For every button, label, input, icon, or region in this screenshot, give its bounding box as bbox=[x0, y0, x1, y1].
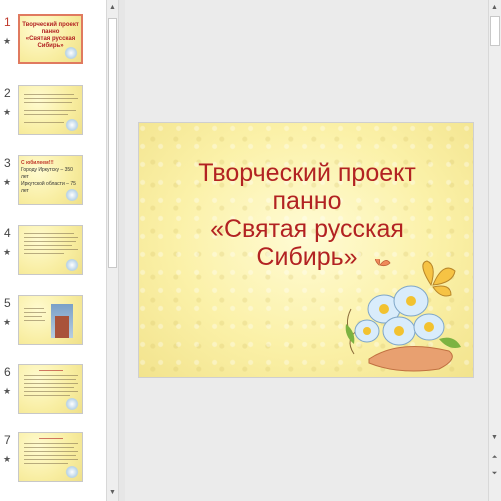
flower-icon bbox=[64, 47, 78, 59]
flower-icon bbox=[65, 398, 79, 410]
star-icon: ★ bbox=[3, 247, 12, 257]
star-icon: ★ bbox=[3, 36, 12, 46]
scrollbar-thumb[interactable] bbox=[108, 18, 117, 268]
slide-thumb-4[interactable]: 4 ★ bbox=[0, 225, 106, 281]
up-arrow-icon[interactable]: ▲ bbox=[107, 2, 118, 14]
star-icon: ★ bbox=[3, 386, 12, 396]
slide-number: 1 bbox=[4, 15, 11, 29]
scrollbar-thumb[interactable] bbox=[490, 16, 500, 46]
thumbnail-title: Творческий проект панно «Святая русская … bbox=[22, 22, 79, 49]
slide-title[interactable]: Творческий проект панно «Святая русская … bbox=[169, 159, 445, 271]
church-image bbox=[51, 304, 73, 338]
thumbnail-image[interactable] bbox=[18, 225, 83, 275]
slide-thumb-5[interactable]: 5 ★ bbox=[0, 295, 106, 351]
flower-icon bbox=[65, 119, 79, 131]
slide-thumb-7[interactable]: 7 ★ bbox=[0, 432, 106, 488]
slide-thumb-1[interactable]: 1 ★ Творческий проект панно «Святая русс… bbox=[0, 14, 106, 70]
slide-number: 7 bbox=[4, 433, 11, 447]
star-icon: ★ bbox=[3, 454, 12, 464]
flower-icon bbox=[65, 466, 79, 478]
flower-bouquet-image bbox=[345, 259, 461, 372]
star-icon: ★ bbox=[3, 177, 12, 187]
slide-thumb-6[interactable]: 6 ★ bbox=[0, 364, 106, 420]
slide-thumb-3[interactable]: 3 ★ С юбилеем!!! Городу Иркутску – 350 л… bbox=[0, 155, 106, 211]
up-arrow-icon[interactable]: ▲ bbox=[489, 2, 500, 14]
down-arrow-icon[interactable]: ▼ bbox=[107, 487, 118, 499]
next-slide-icon[interactable]: ⏷ bbox=[489, 468, 500, 480]
thumbnail-image[interactable] bbox=[18, 85, 83, 135]
flower-icon bbox=[65, 259, 79, 271]
star-icon: ★ bbox=[3, 317, 12, 327]
thumbnail-image[interactable] bbox=[18, 364, 83, 414]
slide-number: 4 bbox=[4, 226, 11, 240]
slide-number: 5 bbox=[4, 296, 11, 310]
current-slide[interactable]: Творческий проект панно «Святая русская … bbox=[138, 122, 474, 378]
star-icon: ★ bbox=[3, 107, 12, 117]
thumbnail-image[interactable] bbox=[18, 432, 83, 482]
flower-icon bbox=[65, 189, 79, 201]
slide-thumbnails-pane: 1 ★ Творческий проект панно «Святая русс… bbox=[0, 0, 106, 501]
slide-number: 2 bbox=[4, 86, 11, 100]
previous-slide-icon[interactable]: ⏶ bbox=[489, 452, 500, 464]
slide-thumb-2[interactable]: 2 ★ bbox=[0, 85, 106, 141]
slide-number: 3 bbox=[4, 156, 11, 170]
thumbnail-image[interactable]: С юбилеем!!! Городу Иркутску – 350 лет И… bbox=[18, 155, 83, 205]
thumbnail-image[interactable] bbox=[18, 295, 83, 345]
slide-number: 6 bbox=[4, 365, 11, 379]
down-arrow-icon[interactable]: ▼ bbox=[489, 432, 500, 444]
thumbnails-scrollbar[interactable]: ▲ ▼ bbox=[106, 0, 119, 501]
thumbnail-image[interactable]: Творческий проект панно «Святая русская … bbox=[18, 14, 83, 64]
slide-scrollbar[interactable]: ▲ ▼ ⏶ ⏷ bbox=[488, 0, 501, 501]
